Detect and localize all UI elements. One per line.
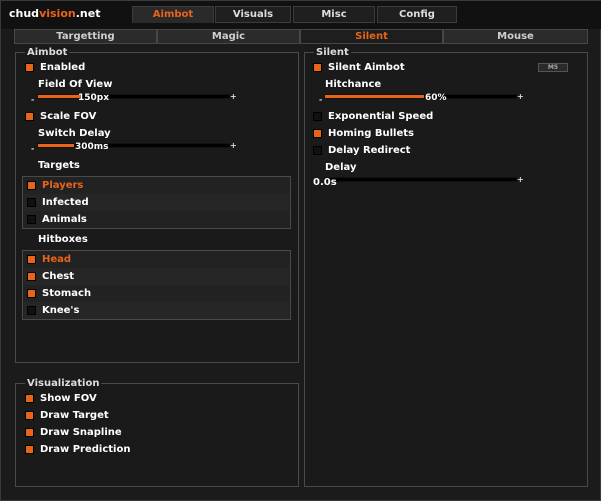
draw-prediction-checkbox[interactable]: Draw Prediction [25,443,130,456]
subtab-magic[interactable]: Magic [157,29,300,44]
switch-delay-slider[interactable]: 300ms [37,142,230,152]
target-animals[interactable]: Animals [24,211,289,228]
draw-target-label: Draw Target [40,410,109,421]
hitchance-slider-min: - [319,95,323,104]
silent-aimbot-keybind-button[interactable]: M5 [538,63,568,72]
hitbox-head[interactable]: Head [24,251,289,268]
draw-target-checkbox[interactable]: Draw Target [25,409,109,422]
hitbox-knees[interactable]: Knee's [24,302,289,319]
hitbox-head-checkbox[interactable] [27,255,36,264]
fov-slider-min: - [31,95,35,104]
homing-bullets-label: Homing Bullets [328,128,414,139]
silent-aimbot-checkbox[interactable]: Silent Aimbot [313,61,405,74]
homing-bullets-checkbox[interactable]: Homing Bullets [313,127,414,140]
enabled-checkbox-box[interactable] [25,63,34,72]
hitbox-stomach[interactable]: Stomach [24,285,289,302]
hitbox-knees-checkbox[interactable] [27,306,36,315]
switch-delay-slider-max: + [230,141,237,150]
targets-label: Targets [38,160,80,171]
hitbox-head-label: Head [42,254,72,265]
tab-aimbot[interactable]: Aimbot [132,6,214,23]
show-fov-checkbox-box[interactable] [25,394,34,403]
subtab-targetting[interactable]: Targetting [14,29,157,44]
subtab-silent[interactable]: Silent [300,29,443,44]
draw-target-checkbox-box[interactable] [25,411,34,420]
tab-config[interactable]: Config [377,6,457,23]
scale-fov-checkbox-box[interactable] [25,112,34,121]
switch-delay-slider-min: - [31,144,35,153]
hitboxes-label-row: Hitboxes [38,233,88,246]
hitchance-slider-max: + [517,92,524,101]
fov-label-row: Field Of View [38,78,112,91]
fov-slider-max: + [230,92,237,101]
target-players-checkbox[interactable] [27,181,36,190]
hitchance-slider-fill [325,95,425,98]
enabled-checkbox[interactable]: Enabled [25,61,85,74]
target-animals-checkbox[interactable] [27,215,36,224]
silent-aimbot-checkbox-box[interactable] [313,63,322,72]
silent-panel-title: Silent [314,47,351,58]
targets-label-row: Targets [38,159,80,172]
tab-visuals[interactable]: Visuals [215,6,291,23]
tab-misc[interactable]: Misc [293,6,375,23]
hitbox-chest-label: Chest [42,271,74,282]
aimbot-panel-title: Aimbot [25,47,70,58]
delay-redirect-label: Delay Redirect [328,145,411,156]
exponential-speed-checkbox[interactable]: Exponential Speed [313,110,433,123]
hitbox-stomach-checkbox[interactable] [27,289,36,298]
switch-delay-label-row: Switch Delay [38,127,111,140]
hitchance-slider[interactable]: 60% [324,93,517,103]
cheat-menu-window: chudvision.net Aimbot Visuals Misc Confi… [0,0,601,501]
scale-fov-checkbox[interactable]: Scale FOV [25,110,96,123]
target-infected-label: Infected [42,197,89,208]
subtab-bar: Targetting Magic Silent Mouse [14,29,588,44]
switch-delay-slider-fill [38,144,75,147]
draw-prediction-checkbox-box[interactable] [25,445,34,454]
enabled-label: Enabled [40,62,86,73]
exponential-speed-checkbox-box[interactable] [313,112,322,121]
hitchance-value: 60% [425,93,447,103]
target-animals-label: Animals [42,214,87,225]
target-infected-checkbox[interactable] [27,198,36,207]
visualization-panel-title: Visualization [25,378,102,389]
title-bar: chudvision.net Aimbot Visuals Misc Confi… [1,1,601,29]
hitbox-chest[interactable]: Chest [24,268,289,285]
delay-slider-max: + [517,175,524,184]
fov-slider[interactable]: 150px [37,93,230,103]
delay-label-row: Delay [325,161,356,174]
draw-snapline-checkbox-box[interactable] [25,428,34,437]
exponential-speed-label: Exponential Speed [328,111,434,122]
switch-delay-label: Switch Delay [38,128,111,139]
show-fov-checkbox[interactable]: Show FOV [25,392,97,405]
hitchance-label: Hitchance [325,79,382,90]
hitbox-chest-checkbox[interactable] [27,272,36,281]
hitchance-label-row: Hitchance [325,78,381,91]
target-players-label: Players [42,180,84,191]
hitboxes-label: Hitboxes [38,234,88,245]
scale-fov-label: Scale FOV [40,111,97,122]
delay-value: 0.0s [313,177,337,188]
delay-slider[interactable] [324,177,517,182]
target-infected[interactable]: Infected [24,194,289,211]
switch-delay-value: 300ms [75,142,109,152]
delay-redirect-checkbox[interactable]: Delay Redirect [313,144,410,157]
fov-value: 150px [78,93,110,103]
draw-prediction-label: Draw Prediction [40,444,131,455]
draw-snapline-label: Draw Snapline [40,427,122,438]
hitboxes-list: Head Chest Stomach Knee's [22,250,291,320]
targets-list: Players Infected Animals [22,176,291,229]
homing-bullets-checkbox-box[interactable] [313,129,322,138]
silent-aimbot-label: Silent Aimbot [328,62,405,73]
delay-label: Delay [325,162,357,173]
delay-redirect-checkbox-box[interactable] [313,146,322,155]
hitbox-stomach-label: Stomach [42,288,92,299]
show-fov-label: Show FOV [40,393,97,404]
fov-label: Field Of View [38,79,113,90]
target-players[interactable]: Players [24,177,289,194]
draw-snapline-checkbox[interactable]: Draw Snapline [25,426,122,439]
logo: chudvision.net [9,7,101,20]
fov-slider-fill [38,95,81,98]
subtab-mouse[interactable]: Mouse [443,29,588,44]
hitbox-knees-label: Knee's [42,305,80,316]
